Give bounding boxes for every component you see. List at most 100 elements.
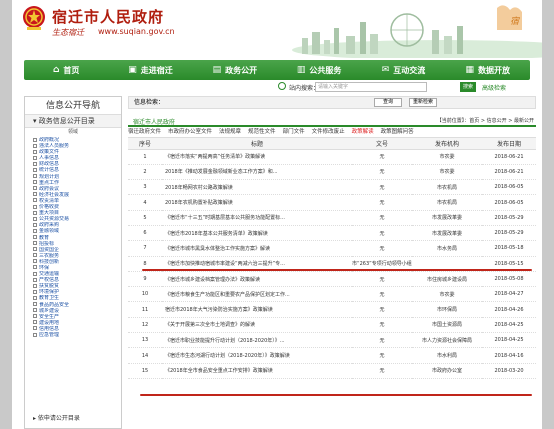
folder-icon — [33, 174, 37, 179]
table-row: 15 《2018年全市食品安全重点工作安排》政策解读无市政府办公室 2018-03-… — [128, 363, 536, 379]
nav-item-gov-affairs[interactable]: ▤ 政务公开 — [193, 60, 277, 80]
table-row: 11 宿迁市2018年大气污染防治实施方案》政策解读无市环保局 2018-04-26 — [128, 301, 536, 318]
row-number: 10 — [128, 286, 162, 303]
service-icon: ▥ — [296, 64, 306, 75]
publisher: 市水务局 — [412, 240, 482, 257]
sidebar-item[interactable]: 应急管理 — [33, 332, 121, 338]
sidebar-item-label: 环境保护 — [39, 289, 60, 296]
site-title[interactable]: 宿迁市人民政府 — [52, 6, 164, 27]
sidebar-item-label: 环保 — [39, 264, 50, 271]
folder-icon — [33, 155, 37, 160]
document-title-link[interactable]: 2018年畅网农村公路政策解读 — [162, 179, 352, 196]
folder-icon — [33, 302, 37, 307]
document-number: 无 — [352, 363, 412, 379]
folder-icon — [33, 216, 37, 221]
search-input[interactable]: 请输入关键字 — [315, 82, 427, 92]
document-title-link[interactable]: 《宿迁市2018年基本公共服务清单》政策解读 — [162, 225, 352, 242]
publish-date: 2018-04-25 — [482, 317, 536, 334]
search-icon — [278, 82, 286, 90]
publisher: 市住房城乡建设局 — [412, 271, 482, 288]
nav-item-public-service[interactable]: ▥ 公共服务 — [277, 60, 361, 80]
folder-icon — [33, 180, 37, 185]
column-header: 标题 — [162, 138, 352, 150]
document-title-link[interactable]: 《宿迁市粮食生产功能区和重要农产品保护区划定工作... — [162, 286, 352, 303]
tab-item[interactable]: 部门文件 — [283, 127, 305, 137]
sidebar-item-label: 金融领域 — [39, 228, 60, 235]
publisher: 市农委 — [412, 164, 482, 181]
nav-item-open-data[interactable]: ▦ 数据开放 — [446, 60, 530, 80]
sidebar-item-label: 国资国企 — [39, 246, 60, 253]
tab-item[interactable]: 规范性文件 — [248, 127, 276, 137]
sidebar-category[interactable]: ▾ 政务信息公开目录 — [25, 115, 121, 128]
tab-item[interactable]: 文件修改废止 — [312, 127, 345, 137]
folder-icon — [33, 143, 37, 148]
tab-item[interactable]: 政策图解问答 — [381, 127, 414, 137]
publish-date: 2018-06-21 — [482, 149, 536, 165]
home-icon: ⌂ — [52, 64, 60, 75]
document-title-link[interactable]: 《宿迁市生态河湖行动计划（2018-2020年）》政策解读 — [162, 347, 352, 364]
document-title-link[interactable]: 《宿迁市职业技能提升行动计划（2018-2020年）》... — [162, 332, 352, 349]
table-row: 3 2018年畅网农村公路政策解读无市农机局 2018-06-05 — [128, 179, 536, 196]
info-nav-sidebar: 信息公开导航 ▾ 政务信息公开目录 领域 政府概况 违法人员服务 政策文件 人事信息财… — [24, 96, 122, 429]
sidebar-item-label: 权责清单 — [39, 197, 60, 204]
search-button[interactable]: 搜索 — [460, 82, 476, 92]
retrieval-input[interactable] — [169, 99, 369, 106]
table-header-row: 序号 标题 文号 发布机构 发布日期 — [128, 138, 536, 150]
advanced-search-link[interactable]: 高级检索 — [482, 83, 506, 92]
svg-text:宿: 宿 — [510, 16, 520, 27]
retrieval-bar: 信息检索： 查询 重新检索 — [128, 96, 536, 109]
tab-item[interactable]: 法规规章 — [219, 127, 241, 137]
main-nav: ⌂ 首页 ▣ 走进宿迁 ▤ 政务公开 ▥ 公共服务 ✉ 互动交流 ▦ 数据开放 — [24, 60, 530, 80]
site-url: www.suqian.gov.cn — [98, 27, 175, 36]
reset-button[interactable]: 重新检索 — [409, 98, 437, 107]
document-number: 无 — [352, 271, 412, 288]
document-title-link[interactable]: 《关于开展第三次全市土地调查》的解读 — [162, 317, 352, 334]
sidebar-item-label: 违法人员服务 — [39, 143, 70, 150]
folder-icon — [33, 235, 37, 239]
publisher: 市农机局 — [412, 194, 482, 211]
sidebar-item-label: 信用信息 — [39, 325, 60, 332]
publish-date: 2018-04-26 — [482, 301, 536, 318]
breadcrumb[interactable]: 【当前位置】：首页 > 信息公开 > 最新公开 — [437, 117, 534, 124]
document-title-link[interactable]: 《2018年全市食品安全重点工作安排》政策解读 — [162, 363, 352, 379]
publish-date: 2018-05-08 — [482, 271, 536, 288]
sidebar-item-label: 规划计划 — [39, 173, 60, 180]
document-number: 无 — [352, 149, 412, 165]
sidebar-title: 信息公开导航 — [25, 97, 121, 115]
sidebar-item-label: 科技创新 — [39, 258, 60, 265]
document-title-link[interactable]: 宿迁市2018年大气污染防治实施方案》政策解读 — [162, 301, 352, 318]
nav-item-about[interactable]: ▣ 走进宿迁 — [108, 60, 192, 80]
nav-label: 首页 — [63, 65, 80, 75]
document-title-link[interactable]: 2018年农机购置补贴政策解读 — [162, 194, 352, 211]
row-number: 14 — [128, 347, 162, 364]
document-title-link[interactable]: 2018年《推动发展金融领域新业态工作方案》和... — [162, 164, 352, 181]
nav-item-interaction[interactable]: ✉ 互动交流 — [361, 60, 445, 80]
sidebar-item-label: 政府概况 — [39, 137, 60, 143]
document-title-link[interactable]: 《宿迁市城乡建设档案管理办法》政策解读 — [162, 271, 352, 288]
row-number: 7 — [128, 240, 162, 257]
sidebar-category-label: 政务信息公开目录 — [38, 117, 95, 125]
table-row: 12 《关于开展第三次全市土地调查》的解读无市国土资源局 2018-04-25 — [128, 317, 536, 334]
sidebar-item-label: 三农服务 — [39, 252, 60, 259]
row-number: 9 — [128, 271, 162, 288]
nav-label: 政务公开 — [225, 65, 258, 75]
document-title-link[interactable]: 《宿迁市落实“两提两高”任务清单》政策解读 — [162, 149, 352, 165]
site-search: 站内搜索： 请输入关键字 搜索 高级检索 — [12, 81, 542, 94]
document-table: 序号 标题 文号 发布机构 发布日期 1 《宿迁市落实“两提两高”任务清单》政策解… — [128, 138, 536, 379]
document-title-link[interactable]: 《宿迁市城市黑臭水体整治工作实施方案》解读 — [162, 240, 352, 257]
nav-item-home[interactable]: ⌂ 首页 — [24, 60, 108, 80]
query-button[interactable]: 查询 — [374, 98, 402, 107]
row-number: 12 — [128, 317, 162, 334]
column-header: 序号 — [128, 138, 162, 150]
document-title-link[interactable]: 《宿迁市“十三五”时期基层基本公共服务功能配置标... — [162, 210, 352, 226]
city-skyline-image: 宿 — [242, 0, 542, 58]
retrieval-label: 信息检索： — [134, 99, 165, 106]
sidebar-item-label: 公共资源交易 — [39, 216, 70, 223]
publish-date: 2018-06-21 — [482, 164, 536, 181]
sidebar-category-2[interactable]: ▸ 依申请公开目录 — [25, 414, 121, 424]
tab-item[interactable]: 政策解读 — [352, 127, 374, 137]
publish-date: 2018-04-16 — [482, 347, 536, 364]
table-row: 14 《宿迁市生态河湖行动计划（2018-2020年）》政策解读无市水利局 2018… — [128, 347, 536, 364]
tab-item[interactable]: 市政府办公室文件 — [168, 127, 212, 137]
tab-item[interactable]: 宿迁政府文件 — [128, 127, 161, 137]
